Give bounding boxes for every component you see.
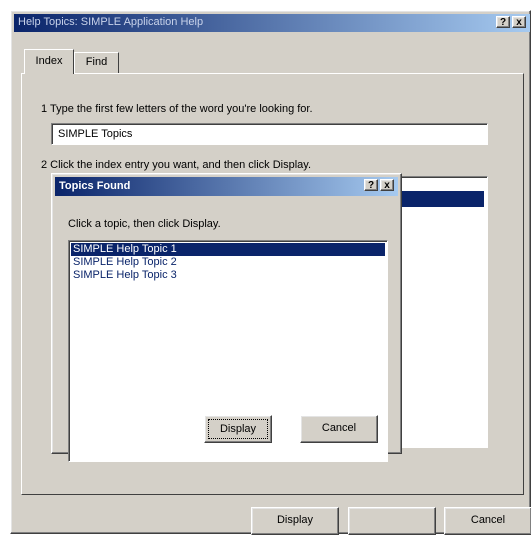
cancel-button[interactable]: Cancel [444,507,531,535]
main-titlebar[interactable]: Help Topics: SIMPLE Application Help ? x [14,14,530,32]
topics-found-dialog: Topics Found ? x Click a topic, then cli… [51,173,402,462]
print-button[interactable] [348,507,436,535]
dialog-close-button[interactable]: x [380,179,394,191]
dialog-help-button[interactable]: ? [364,179,378,191]
tab-index[interactable]: Index [24,49,74,74]
topic-item-3[interactable]: SIMPLE Help Topic 3 [71,269,385,282]
topic-item-2[interactable]: SIMPLE Help Topic 2 [71,256,385,269]
dialog-title: Topics Found [59,180,131,192]
dialog-titlebar[interactable]: Topics Found ? x [55,177,398,196]
help-button[interactable]: ? [496,16,510,28]
dialog-instruction: Click a topic, then click Display. [68,218,221,230]
window-title: Help Topics: SIMPLE Application Help [18,16,204,28]
close-button[interactable]: x [512,16,526,28]
dialog-display-button[interactable]: Display [204,415,272,443]
tab-find[interactable]: Find [74,52,119,73]
dialog-cancel-button[interactable]: Cancel [300,415,378,443]
display-button[interactable]: Display [251,507,339,535]
topic-item-1[interactable]: SIMPLE Help Topic 1 [71,243,385,256]
dialog-display-label: Display [208,419,268,439]
help-topics-window: Help Topics: SIMPLE Application Help ? x… [10,10,531,535]
